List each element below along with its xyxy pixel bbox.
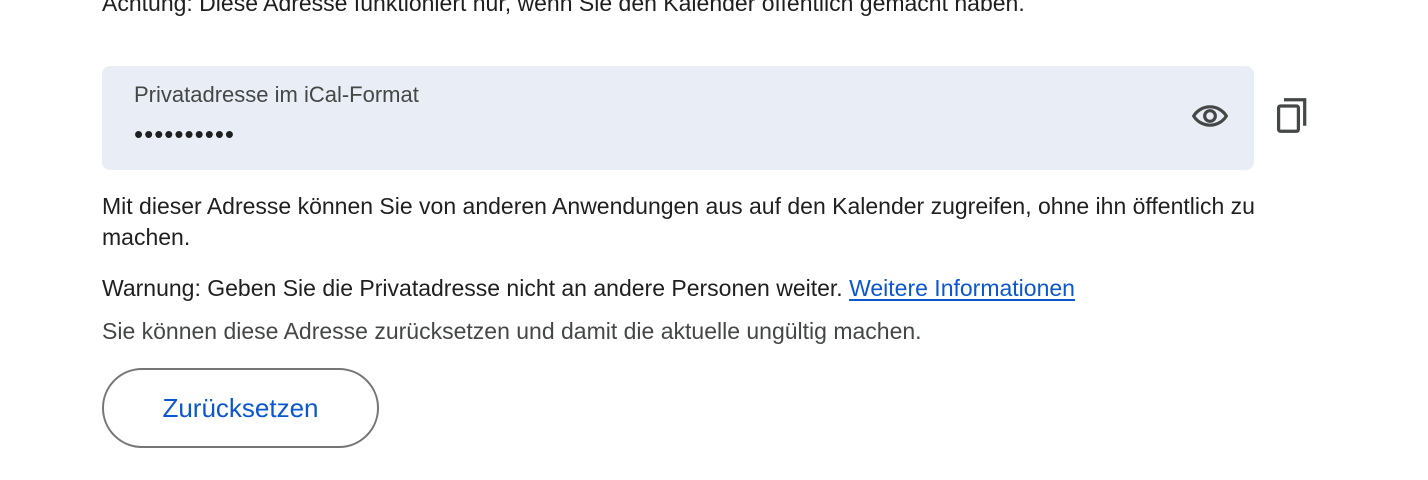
public-address-note: Achtung: Diese Adresse funktioniert nur,… — [102, 0, 1025, 16]
eye-icon — [1190, 96, 1230, 141]
copy-address-button[interactable] — [1269, 93, 1317, 141]
privacy-warning: Warnung: Geben Sie die Privatadresse nic… — [102, 273, 1075, 303]
masked-address-value[interactable]: •••••••••• — [134, 116, 235, 152]
reset-button[interactable]: Zurücksetzen — [102, 368, 379, 448]
private-ical-address-field[interactable]: Privatadresse im iCal-Format •••••••••• — [102, 66, 1254, 170]
address-description: Mit dieser Adresse können Sie von andere… — [102, 193, 1255, 250]
more-info-link[interactable]: Weitere Informationen — [849, 275, 1075, 301]
show-address-button[interactable] — [1186, 94, 1234, 142]
field-label: Privatadresse im iCal-Format — [134, 82, 419, 107]
reset-note: Sie können diese Adresse zurücksetzen un… — [102, 318, 922, 344]
copy-icon — [1275, 95, 1311, 140]
warning-text: Warnung: Geben Sie die Privatadresse nic… — [102, 275, 850, 301]
